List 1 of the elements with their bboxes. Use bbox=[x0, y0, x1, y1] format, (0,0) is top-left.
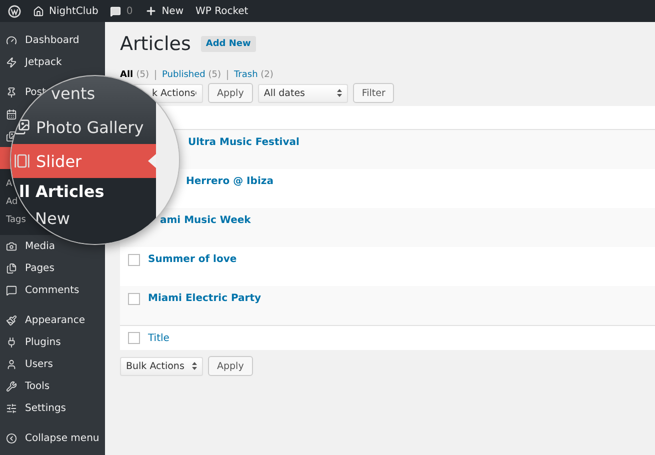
page-title: Articles bbox=[120, 33, 191, 55]
